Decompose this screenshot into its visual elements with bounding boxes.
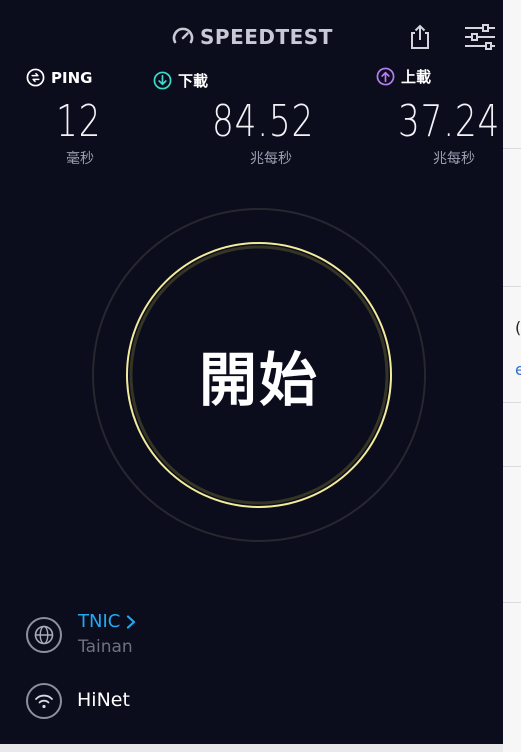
download-metric: 下載 [153,70,208,91]
ping-value: 12 [56,96,102,147]
speedtest-window: SPEEDTEST PING 12 毫秒 下載 84.52 兆每秒 上載 37.… [0,0,503,744]
ping-label: PING [51,68,93,87]
settings-sliders-icon [465,24,495,50]
upload-metric: 上載 [376,66,431,87]
chevron-right-icon [127,614,136,629]
settings-button[interactable] [463,20,497,54]
ping-metric: PING [26,68,92,87]
upload-label: 上載 [401,68,432,86]
download-icon [153,71,172,90]
ping-unit: 毫秒 [66,151,94,167]
logo-text: SPEEDTEST [200,25,333,49]
wifi-icon [26,683,62,719]
background-window-edge: ( e [503,0,521,752]
speedometer-icon [172,27,194,44]
upload-unit: 兆每秒 [433,151,475,167]
server-location: Tainan [78,637,133,657]
start-button[interactable]: 開始 [92,208,426,542]
share-icon [411,24,429,49]
upload-icon [376,67,395,86]
upload-value: 37.24 [398,96,501,147]
speedtest-logo: SPEEDTEST [171,24,333,50]
share-button[interactable] [403,20,437,54]
globe-icon [26,617,62,653]
download-value: 84.52 [212,96,315,147]
isp-name: HiNet [77,689,130,711]
window-bottom-edge [0,744,503,752]
server-selector[interactable]: TNIC [78,611,136,632]
ping-icon [26,68,45,87]
server-name: TNIC [78,611,121,632]
download-unit: 兆每秒 [250,151,292,167]
speed-gauge: 開始 [92,208,426,542]
download-label: 下載 [178,72,209,90]
